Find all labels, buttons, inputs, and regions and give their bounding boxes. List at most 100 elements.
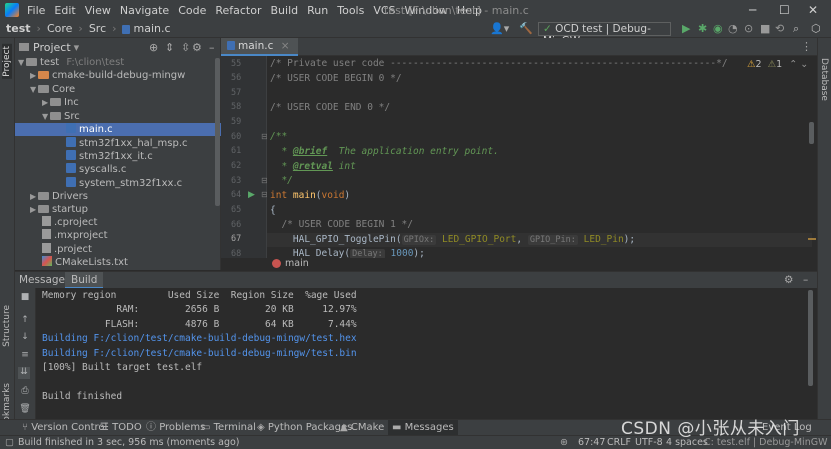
ide-update-icon[interactable]: ⬡ bbox=[811, 22, 821, 35]
project-scrollbar[interactable] bbox=[215, 58, 220, 206]
tab-python-packages[interactable]: ◈ Python Packages bbox=[257, 420, 352, 436]
left-tool-strip: Project Structure Bookmarks bbox=[0, 38, 15, 433]
output-scrollbar[interactable] bbox=[808, 290, 813, 386]
tree-item-cmake-build[interactable]: ▶ cmake-build-debug-mingw bbox=[15, 69, 221, 82]
chevron-right-icon: ▶ bbox=[42, 98, 49, 107]
trash-icon[interactable]: 🗑 bbox=[19, 404, 31, 416]
chevron-right-icon: ▶ bbox=[30, 205, 37, 214]
tree-item-it[interactable]: stm32f1xx_it.c bbox=[15, 150, 221, 163]
project-tool-button[interactable]: Project bbox=[2, 44, 12, 79]
crumb-core[interactable]: Core bbox=[47, 22, 72, 35]
scroll-to-end-icon[interactable]: ⇊ bbox=[18, 367, 30, 379]
print-icon[interactable]: ⎙ bbox=[19, 386, 31, 398]
structure-tool-button[interactable]: Structure bbox=[2, 305, 12, 347]
doc-text: The application entry point. bbox=[327, 146, 499, 157]
menu-view[interactable]: View bbox=[85, 4, 111, 17]
tab-cmake[interactable]: ▲ CMake bbox=[340, 420, 384, 436]
menu-navigate[interactable]: Navigate bbox=[120, 4, 169, 17]
tree-item-syscalls[interactable]: syscalls.c bbox=[15, 163, 221, 176]
vcs-icon[interactable]: ⟲ bbox=[775, 22, 784, 35]
breadcrumb-function[interactable]: main bbox=[285, 258, 309, 269]
tree-item-main-c[interactable]: main.c bbox=[15, 123, 221, 136]
run-configuration-select[interactable]: ✓ OCD test | Debug-MinGW ▾ bbox=[538, 22, 671, 47]
arrow-up-icon[interactable]: ↑ bbox=[19, 315, 31, 327]
warning-marker[interactable] bbox=[808, 238, 816, 240]
menu-file[interactable]: File bbox=[27, 4, 45, 17]
profile-icon[interactable]: ◔ bbox=[728, 22, 738, 35]
tab-problems[interactable]: ⓘ Problems bbox=[146, 420, 205, 436]
parameter-hint: GPIO_Pin: bbox=[527, 235, 578, 245]
status-message[interactable]: Build finished in 3 sec, 956 ms (moments… bbox=[18, 436, 240, 449]
tab-todo[interactable]: ☰ TODO bbox=[100, 420, 142, 436]
tree-item-core[interactable]: ▼ Core bbox=[15, 83, 221, 96]
tab-main-c[interactable]: main.c × bbox=[221, 38, 298, 56]
tab-version-control[interactable]: ⑂ Version Control bbox=[22, 420, 107, 436]
tree-item-test[interactable]: ▼ test F:\clion\test bbox=[15, 56, 221, 69]
tree-item-mxproject[interactable]: .mxproject bbox=[15, 229, 221, 242]
code-line-63: */ bbox=[270, 175, 293, 186]
code-editor[interactable]: /* Private user code -------------------… bbox=[267, 56, 817, 258]
attach-icon[interactable]: ⊙ bbox=[744, 22, 753, 35]
project-panel-title[interactable]: Project bbox=[33, 41, 71, 54]
collapse-all-icon[interactable]: ⇳ bbox=[181, 41, 190, 54]
line-number: 68 bbox=[231, 249, 242, 259]
inspection-widget[interactable]: ⚠2 ⚠1 ⌃ ⌄ bbox=[747, 59, 808, 70]
gear-icon[interactable]: ⚙ bbox=[192, 41, 202, 54]
chevron-up-icon[interactable]: ⌃ bbox=[789, 59, 797, 70]
maximize-icon[interactable]: ☐ bbox=[779, 3, 790, 17]
expand-all-icon[interactable]: ⇕ bbox=[165, 41, 174, 54]
run-gutter-icon[interactable]: ▶ bbox=[248, 190, 255, 200]
close-icon[interactable]: ✕ bbox=[808, 3, 818, 17]
tab-terminal[interactable]: ▭ Terminal bbox=[201, 420, 256, 436]
menu-edit[interactable]: Edit bbox=[54, 4, 75, 17]
crumb-separator-icon: › bbox=[78, 22, 83, 35]
run-icon[interactable]: ▶ bbox=[682, 22, 690, 35]
tree-item-drivers[interactable]: ▶ Drivers bbox=[15, 190, 221, 203]
tree-item-inc[interactable]: ▶ Inc bbox=[15, 96, 221, 109]
menu-run[interactable]: Run bbox=[307, 4, 328, 17]
stop-icon[interactable]: ■ bbox=[19, 292, 31, 304]
build-hammer-icon[interactable]: 🔨 bbox=[519, 22, 533, 35]
editor-options-icon[interactable]: ⋮ bbox=[801, 40, 812, 53]
caret-position[interactable]: 67:47 bbox=[578, 436, 605, 449]
output-line-link[interactable]: Building F:/clion/test/cmake-build-debug… bbox=[42, 333, 357, 344]
close-tab-icon[interactable]: × bbox=[281, 40, 290, 52]
crumb-src[interactable]: Src bbox=[89, 22, 106, 35]
tree-item-hal-msp[interactable]: stm32f1xx_hal_msp.c bbox=[15, 137, 221, 150]
clion-logo-icon bbox=[5, 3, 19, 17]
chevron-down-icon[interactable]: ⌄ bbox=[800, 59, 808, 70]
tree-item-cmakelists[interactable]: CMakeLists.txt bbox=[15, 256, 221, 269]
hide-panel-icon[interactable]: – bbox=[803, 272, 808, 289]
user-icon[interactable]: 👤▾ bbox=[490, 22, 509, 35]
database-tool-button[interactable]: Database bbox=[819, 58, 829, 101]
menu-code[interactable]: Code bbox=[178, 4, 206, 17]
tab-build[interactable]: Build bbox=[65, 272, 104, 289]
tree-item-project[interactable]: .project bbox=[15, 243, 221, 256]
stop-icon[interactable]: ■ bbox=[760, 22, 770, 35]
crumb-main-c[interactable]: main.c bbox=[134, 22, 171, 35]
soft-wrap-icon[interactable]: ≡ bbox=[19, 350, 31, 362]
output-line-link[interactable]: Building F:/clion/test/cmake-build-debug… bbox=[42, 348, 357, 359]
menu-tools[interactable]: Tools bbox=[337, 4, 364, 17]
gear-icon[interactable]: ⚙ bbox=[784, 272, 793, 289]
hide-panel-icon[interactable]: – bbox=[209, 41, 215, 54]
tree-item-cproject[interactable]: .cproject bbox=[15, 216, 221, 229]
menu-refactor[interactable]: Refactor bbox=[215, 4, 261, 17]
debug-icon[interactable]: ✱ bbox=[698, 22, 707, 35]
build-output[interactable]: Memory region Used Size Region Size %age… bbox=[36, 288, 817, 433]
line-number: 61 bbox=[231, 146, 242, 156]
tree-item-system[interactable]: system_stm32f1xx.c bbox=[15, 177, 221, 190]
arrow-down-icon[interactable]: ↓ bbox=[19, 332, 31, 344]
chevron-down-icon[interactable]: ▾ bbox=[74, 41, 80, 54]
minimize-icon[interactable]: ─ bbox=[749, 3, 756, 17]
search-everywhere-icon[interactable]: ⌕ bbox=[793, 22, 799, 35]
crumb-project[interactable]: test bbox=[6, 22, 31, 35]
editor-scrollbar[interactable] bbox=[809, 122, 814, 144]
tree-item-startup[interactable]: ▶ startup bbox=[15, 203, 221, 216]
menu-build[interactable]: Build bbox=[271, 4, 299, 17]
tab-messages[interactable]: ▬ Messages bbox=[388, 420, 458, 436]
cmake-file-icon bbox=[42, 256, 52, 266]
coverage-icon[interactable]: ◉ bbox=[713, 22, 723, 35]
tree-item-src[interactable]: ▼ Src bbox=[15, 110, 221, 123]
locate-icon[interactable]: ⊕ bbox=[149, 41, 158, 54]
